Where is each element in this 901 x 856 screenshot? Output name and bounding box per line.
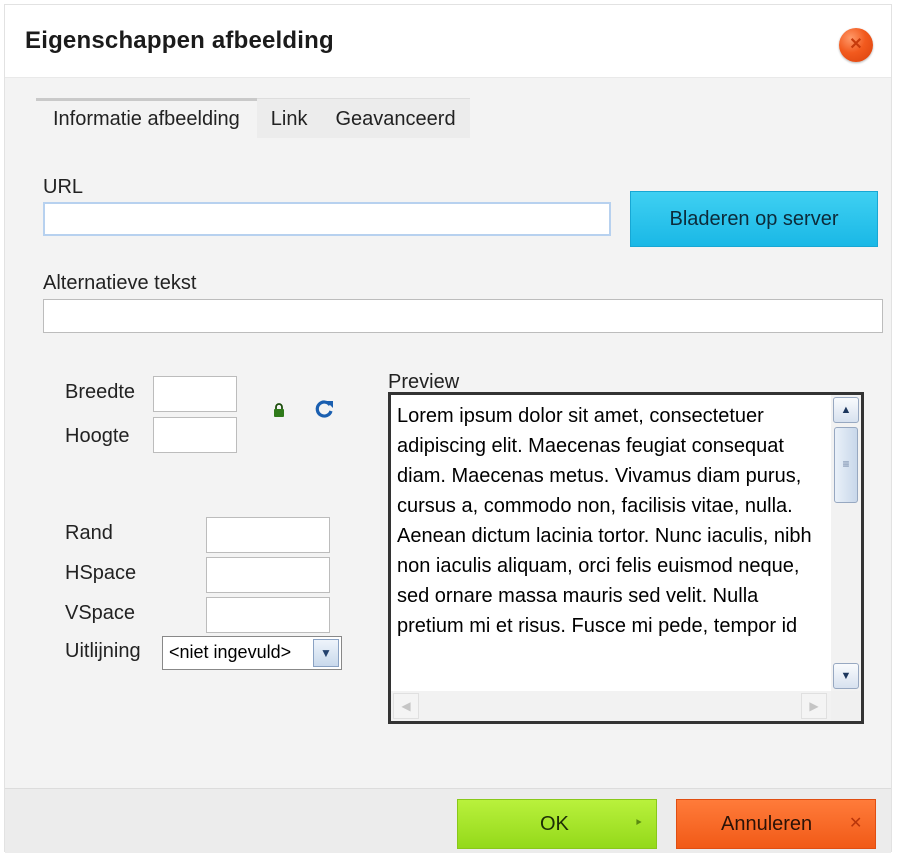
preview-label: Preview: [388, 371, 460, 393]
vspace-input[interactable]: [206, 597, 330, 633]
close-x-icon: ✕: [849, 815, 863, 832]
scroll-thumb[interactable]: ≡: [834, 427, 858, 503]
hspace-input[interactable]: [206, 557, 330, 593]
browse-server-button[interactable]: Bladeren op server: [630, 191, 878, 247]
vertical-scrollbar[interactable]: ▲ ≡ ▼: [831, 395, 861, 691]
horizontal-scrollbar[interactable]: ◀ ▶: [391, 691, 831, 721]
border-label: Rand: [65, 522, 113, 544]
chevron-down-icon[interactable]: ▼: [313, 639, 339, 667]
vspace-label: VSpace: [65, 602, 136, 624]
height-input[interactable]: [153, 417, 237, 453]
lock-icon[interactable]: [273, 403, 285, 417]
tab-image-info[interactable]: Informatie afbeelding: [36, 98, 257, 138]
hspace-label: HSpace: [65, 562, 137, 584]
cancel-button[interactable]: Annuleren ✕: [676, 799, 876, 849]
alt-text-label: Alternatieve tekst: [43, 272, 197, 294]
dialog-footer: OK ‣ Annuleren ✕: [5, 788, 891, 853]
align-select-value: <niet ingevuld>: [169, 642, 292, 662]
ok-button-label: OK: [540, 813, 569, 835]
width-label: Breedte: [65, 381, 136, 403]
ok-button[interactable]: OK ‣: [457, 799, 657, 849]
tab-bar: Informatie afbeelding Link Geavanceerd: [36, 98, 470, 138]
dialog-titlebar[interactable]: Eigenschappen afbeelding ✕: [5, 5, 891, 78]
scroll-down-icon[interactable]: ▼: [833, 663, 859, 689]
align-label: Uitlijning: [65, 640, 141, 662]
tab-advanced[interactable]: Geavanceerd: [321, 98, 470, 138]
reset-size-icon[interactable]: [313, 398, 335, 420]
play-arrow-icon: ‣: [634, 815, 644, 832]
align-select[interactable]: <niet ingevuld> ▼: [162, 636, 342, 670]
alt-text-input[interactable]: [43, 299, 883, 333]
scroll-right-icon[interactable]: ▶: [801, 693, 827, 719]
width-input[interactable]: [153, 376, 237, 412]
scrollbar-corner: [831, 691, 861, 721]
scroll-up-icon[interactable]: ▲: [833, 397, 859, 423]
tab-link[interactable]: Link: [256, 98, 322, 138]
cancel-button-label: Annuleren: [721, 813, 813, 835]
url-label: URL: [43, 176, 84, 198]
height-label: Hoogte: [65, 425, 130, 447]
close-button[interactable]: ✕: [839, 28, 873, 62]
preview-box[interactable]: Lorem ipsum dolor sit amet, consectetuer…: [388, 392, 864, 724]
dialog-body: Informatie afbeelding Link Geavanceerd U…: [5, 78, 891, 788]
scroll-left-icon[interactable]: ◀: [393, 693, 419, 719]
close-icon[interactable]: ✕: [839, 28, 873, 62]
image-properties-dialog: Eigenschappen afbeelding ✕ Informatie af…: [4, 4, 892, 853]
border-input[interactable]: [206, 517, 330, 553]
dialog-title: Eigenschappen afbeelding: [25, 27, 334, 54]
tab-panel-image-info: URL Bladeren op server Alternatieve teks…: [5, 138, 891, 788]
url-input[interactable]: [43, 202, 611, 236]
preview-text: Lorem ipsum dolor sit amet, consectetuer…: [397, 405, 812, 637]
